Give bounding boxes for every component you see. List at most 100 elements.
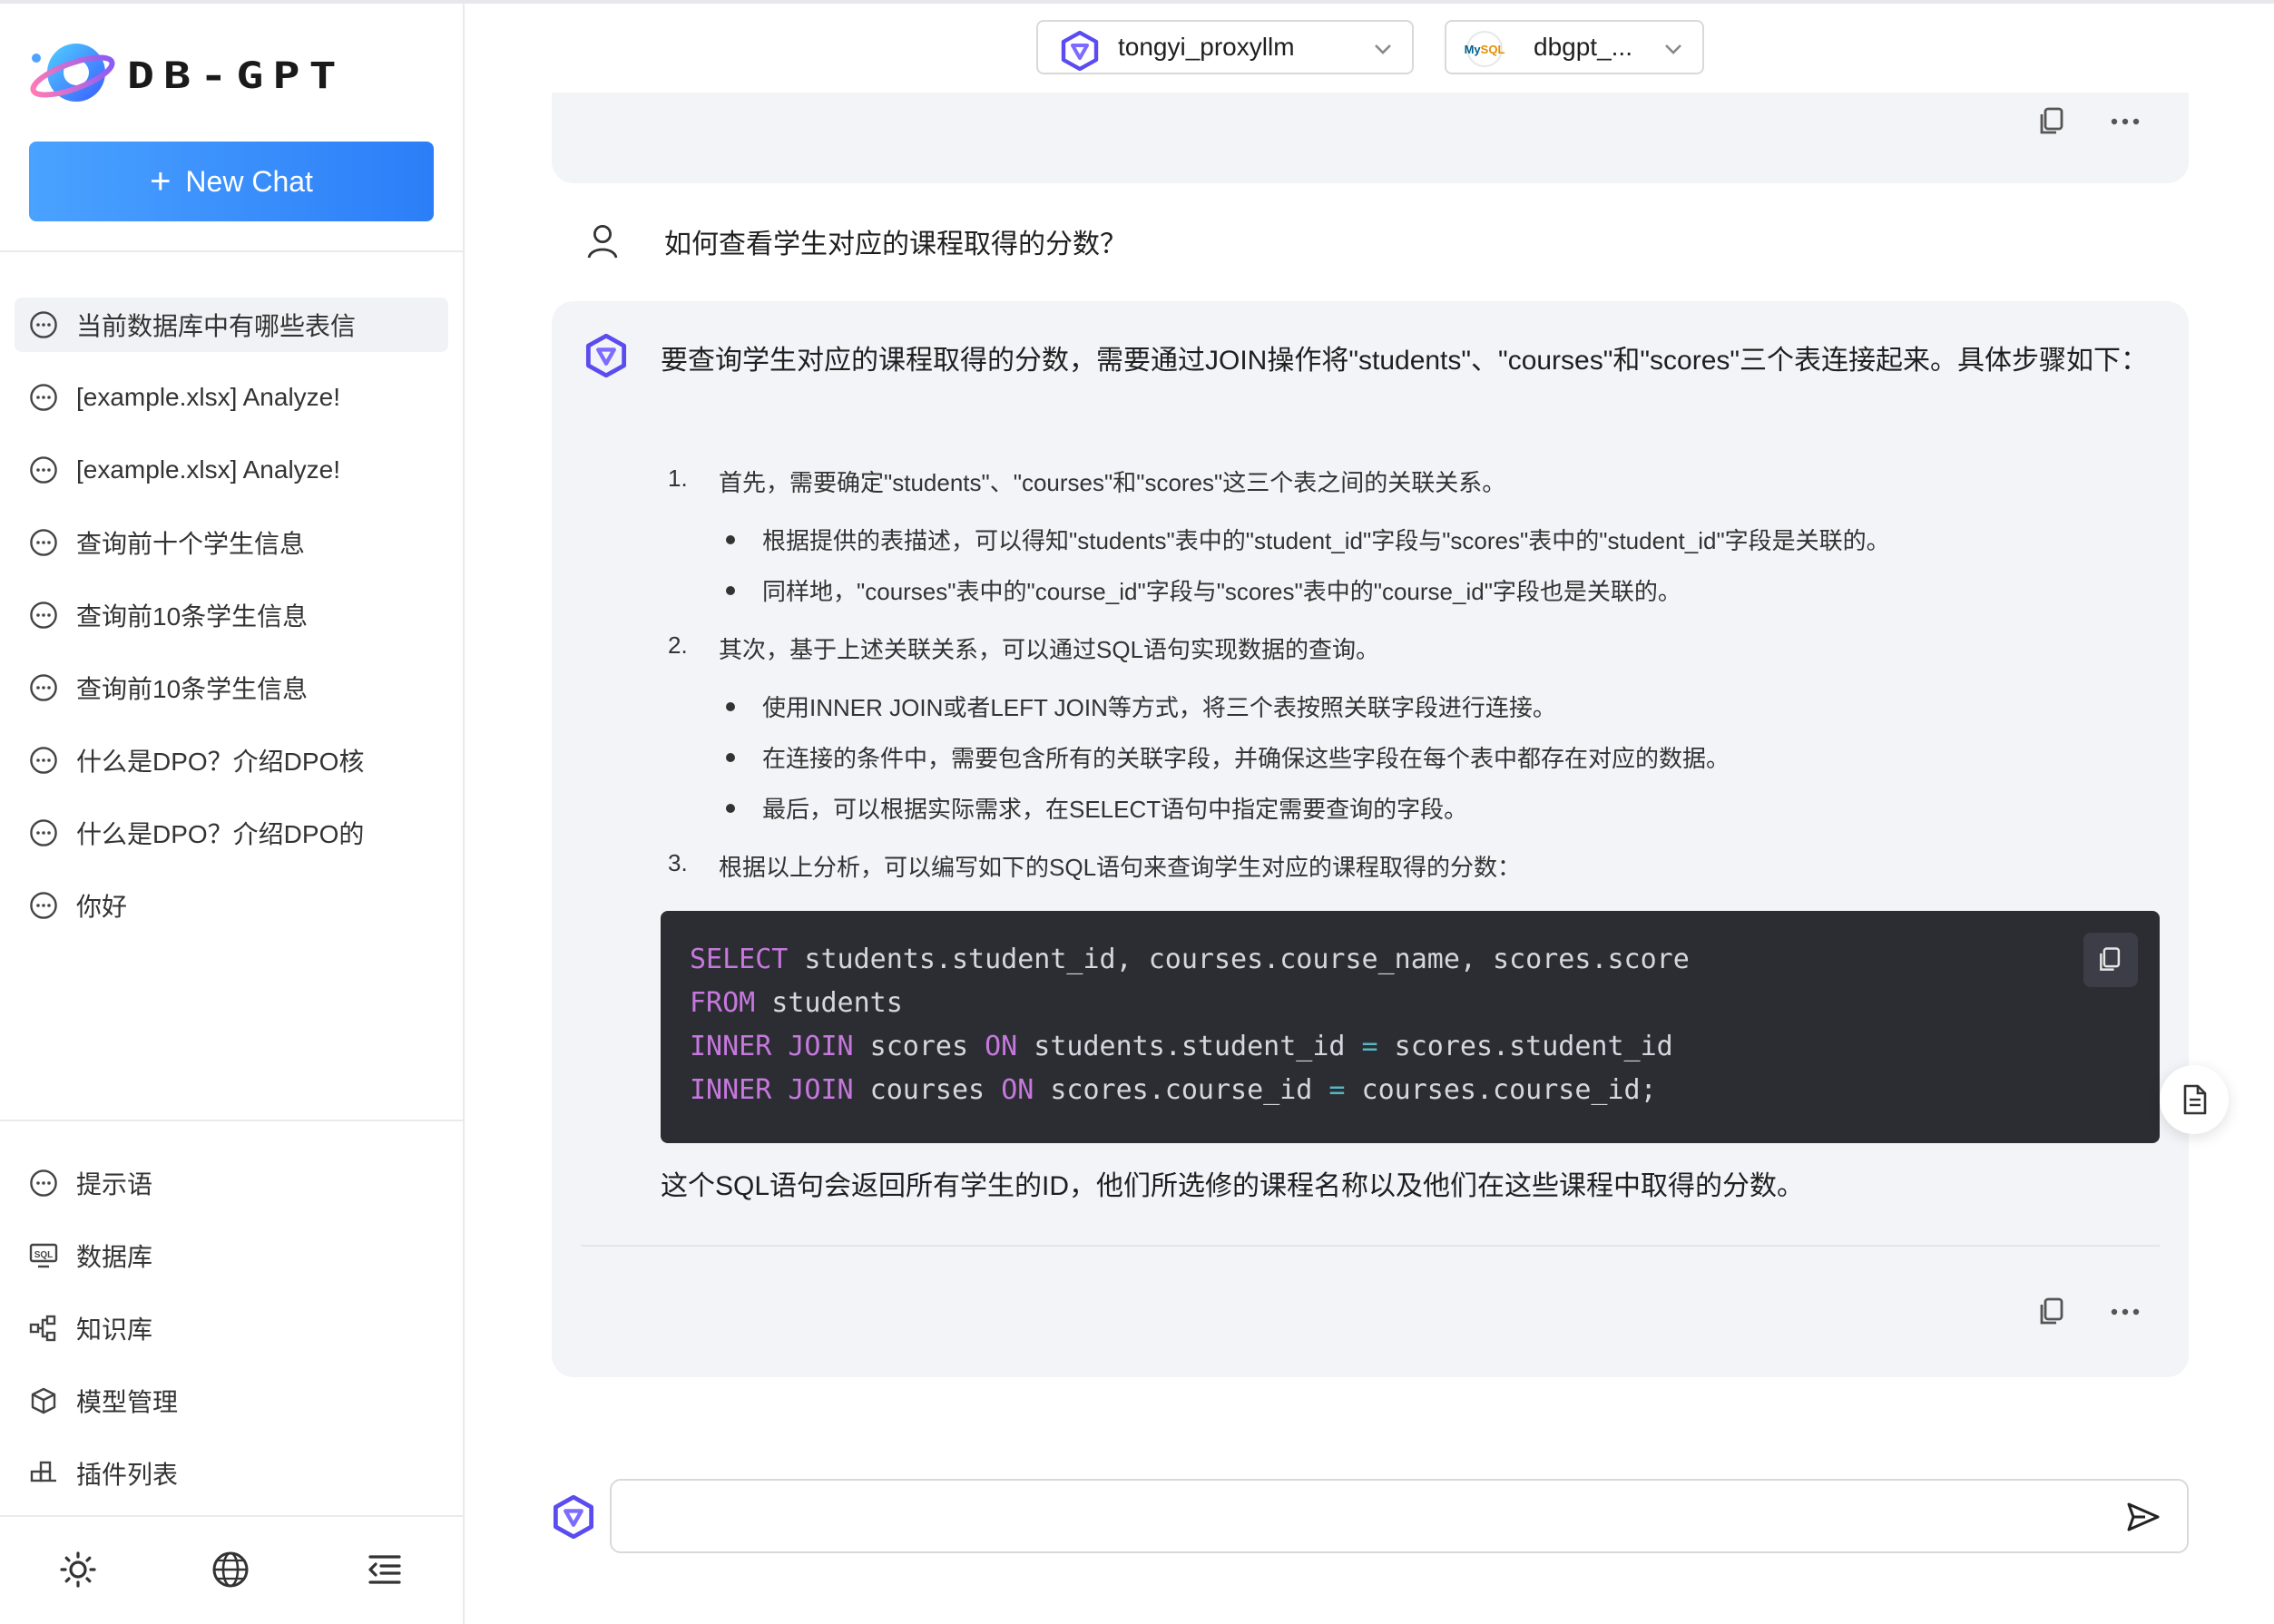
bot-avatar-icon (585, 334, 627, 377)
message-icon (30, 1169, 57, 1197)
message-icon (30, 602, 57, 629)
conversation-label: 查询前10条学生信息 (76, 602, 309, 631)
code-text: students.student_id (1017, 1031, 1362, 1062)
sidebar-menu-item[interactable]: 知识库 (15, 1301, 448, 1355)
chat-input-box (610, 1479, 2189, 1553)
database-select-value: dbgpt_... (1534, 33, 1632, 61)
step-1-bullet: 根据提供的表描述，可以得知"students"表中的"student_id"字段… (725, 523, 1890, 556)
user-message: 如何查看学生对应的课程取得的分数？ (584, 214, 1127, 269)
conversation-item[interactable]: 查询前10条学生信息 (15, 660, 448, 715)
sidebar: DB-GPT + New Chat 当前数据库中有哪些表信 [example.xl… (0, 4, 465, 1624)
code-text: scores.course_id (1034, 1074, 1329, 1106)
code-line: INNER JOIN courses ON scores.course_id =… (690, 1074, 1657, 1106)
sidebar-divider (0, 1120, 463, 1121)
step-2-bullet: 在连接的条件中，需要包含所有的关联字段，并确保这些字段在每个表中都存在对应的数据… (725, 740, 1730, 774)
copy-icon[interactable] (2036, 105, 2069, 138)
new-chat-button[interactable]: + New Chat (29, 142, 434, 221)
planet-logo-icon (30, 44, 115, 102)
code-text: courses.course_id; (1345, 1074, 1657, 1106)
message-icon (30, 456, 57, 484)
svg-text:MySQL: MySQL (1465, 43, 1505, 56)
sidebar-menu-item[interactable]: 提示语 (15, 1156, 448, 1210)
model-select[interactable]: tongyi_proxyllm (1036, 20, 1414, 74)
conversation-item[interactable]: 查询前10条学生信息 (15, 588, 448, 642)
conversation-item[interactable]: [example.xlsx] Analyze! (15, 443, 448, 497)
conversation-item[interactable]: 什么是DPO？介绍DPO的 (15, 806, 448, 860)
conversation-item[interactable]: 你好 (15, 878, 448, 933)
answer-divider (581, 1245, 2160, 1247)
code-keyword: ON (985, 1031, 1018, 1062)
conversation-label: 当前数据库中有哪些表信 (76, 312, 357, 340)
sidebar-menu-label: 插件列表 (76, 1461, 179, 1489)
message-icon (30, 384, 57, 411)
sun-icon[interactable] (58, 1550, 98, 1590)
plus-icon: + (150, 161, 172, 201)
step-2-bullet: 使用INNER JOIN或者LEFT JOIN等方式，将三个表按照关联字段进行连… (725, 690, 1556, 723)
conversation-item[interactable]: 当前数据库中有哪些表信 (15, 298, 448, 352)
copy-icon[interactable] (2036, 1296, 2069, 1328)
code-line: FROM students (690, 987, 903, 1019)
document-float-button[interactable] (2160, 1065, 2229, 1134)
code-keyword: ON (1001, 1074, 1034, 1106)
step-text: 其次，基于上述关联关系，可以通过SQL语句实现数据的查询。 (719, 636, 1380, 663)
user-avatar-icon (587, 224, 618, 259)
conversation-item[interactable]: 什么是DPO？介绍DPO核 (15, 733, 448, 788)
conversation-item[interactable]: 查询前十个学生信息 (15, 515, 448, 570)
code-text: scores (853, 1031, 985, 1062)
conversation-label: 什么是DPO？介绍DPO核 (76, 748, 365, 776)
step-number: 1. (668, 465, 688, 492)
user-question-text: 如何查看学生对应的课程取得的分数？ (664, 230, 1127, 259)
more-icon[interactable] (2109, 1296, 2142, 1328)
code-keyword: INNER JOIN (690, 1031, 854, 1062)
code-keyword: SELECT (690, 944, 789, 975)
code-text: courses (853, 1074, 1002, 1106)
sidebar-menu-item[interactable]: 模型管理 (15, 1374, 448, 1428)
code-text: students.student_id, courses.course_name… (788, 944, 1690, 975)
message-icon (30, 311, 57, 338)
document-icon (2183, 1084, 2207, 1115)
sql-icon: SQL (29, 1243, 58, 1268)
bot-avatar-icon (553, 1495, 594, 1539)
code-keyword: INNER JOIN (690, 1074, 854, 1106)
globe-icon[interactable] (211, 1550, 250, 1590)
answer-intro: 要查询学生对应的课程取得的分数，需要通过JOIN操作将"students"、"c… (661, 346, 2149, 376)
brand-name: DB-GPT (127, 54, 346, 97)
cube-icon (31, 1387, 56, 1414)
answer-card (552, 301, 2189, 1377)
message-icon (30, 529, 57, 556)
step-number: 3. (668, 849, 688, 876)
step-1-bullet: 同样地，"courses"表中的"course_id"字段与"scores"表中… (725, 573, 1681, 607)
sidebar-menu-label: 模型管理 (76, 1388, 179, 1416)
code-line: INNER JOIN scores ON students.student_id… (690, 1031, 1673, 1062)
code-operator: = (1361, 1031, 1378, 1062)
message-icon (30, 747, 57, 774)
code-line: SELECT students.student_id, courses.cour… (690, 944, 1690, 975)
message-icon (30, 892, 57, 919)
chat-input[interactable] (630, 1495, 2089, 1542)
conversation-label: [example.xlsx] Analyze! (76, 455, 341, 484)
answer-content: 要查询学生对应的课程取得的分数，需要通过JOIN操作将"students"、"c… (661, 332, 2160, 390)
sidebar-menu-label: 知识库 (76, 1316, 153, 1344)
more-icon[interactable] (2109, 105, 2142, 138)
send-icon[interactable] (2125, 1499, 2161, 1535)
conversation-label: [example.xlsx] Analyze! (76, 383, 341, 411)
conversation-label: 查询前10条学生信息 (76, 675, 309, 703)
step-2-bullet: 最后，可以根据实际需求，在SELECT语句中指定需要查询的字段。 (726, 791, 1467, 825)
previous-answer-card (552, 93, 2189, 183)
copy-code-button[interactable] (2083, 933, 2138, 987)
sidebar-menu-item[interactable]: 插件列表 (15, 1446, 448, 1501)
tongyi-logo-icon (1061, 31, 1099, 71)
code-keyword: FROM (690, 987, 756, 1019)
conversation-label: 什么是DPO？介绍DPO的 (76, 820, 365, 848)
step-text: 根据以上分析，可以编写如下的SQL语句来查询学生对应的课程取得的分数： (719, 854, 1522, 881)
sidebar-menu-item[interactable]: SQL 数据库 (15, 1228, 448, 1283)
step-text: 首先，需要确定"students"、"courses"和"scores"这三个表… (719, 469, 1506, 496)
app-root: DB-GPT + New Chat 当前数据库中有哪些表信 [example.xl… (0, 0, 2274, 1624)
message-icon (30, 674, 57, 701)
conversation-item[interactable]: [example.xlsx] Analyze! (15, 370, 448, 425)
sidebar-divider (0, 250, 463, 252)
database-select[interactable]: MySQL dbgpt_... (1445, 20, 1704, 74)
conversation-label: 你好 (76, 893, 128, 921)
mysql-logo-icon: MySQL (1465, 31, 1505, 67)
collapse-menu-icon[interactable] (365, 1550, 405, 1590)
